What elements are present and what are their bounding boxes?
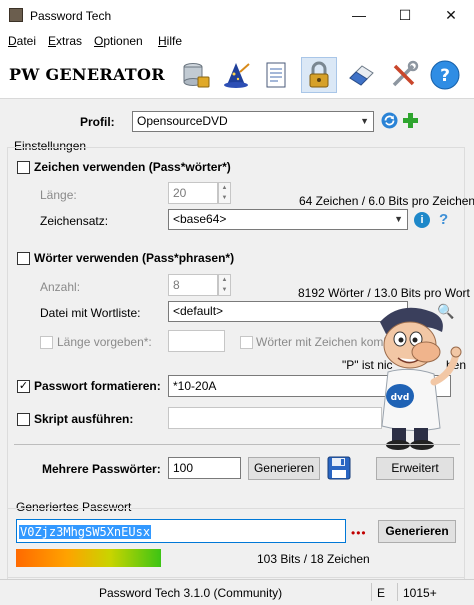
help-icon[interactable]: ?	[427, 57, 463, 93]
charset-value: <base64>	[173, 212, 227, 226]
close-button[interactable]: ✕	[428, 0, 474, 31]
tools-icon[interactable]	[386, 57, 422, 93]
word-length-label: Länge vorgeben*:	[57, 335, 152, 349]
maximize-button[interactable]: ☐	[382, 0, 428, 31]
document-icon[interactable]	[258, 57, 294, 93]
menu-extras[interactable]: Extras	[48, 34, 82, 48]
svg-text:?: ?	[440, 66, 450, 86]
status-divider	[397, 583, 398, 601]
multiple-label: Mehrere Passwörter:	[42, 462, 161, 476]
menu-datei[interactable]: Datei	[8, 34, 36, 48]
word-count-label: Anzahl:	[40, 280, 81, 294]
eraser-icon[interactable]	[343, 57, 379, 93]
chars-info: 64 Zeichen / 6.0 Bits pro Zeichen	[299, 194, 474, 208]
status-bar: Password Tech 3.1.0 (Community) E 1015+	[0, 579, 474, 605]
words-info: 8192 Wörter / 13.0 Bits pro Wort	[298, 286, 470, 300]
generate-multiple-button[interactable]: Generieren	[248, 457, 320, 480]
word-length-input[interactable]	[168, 330, 225, 352]
use-words-checkbox[interactable]	[17, 252, 30, 265]
chevron-down-icon: ▼	[360, 116, 369, 126]
status-version: Password Tech 3.1.0 (Community)	[99, 586, 283, 600]
refresh-icon[interactable]	[381, 112, 398, 129]
status-cell-e: E	[377, 586, 386, 600]
word-count-spinner[interactable]: ▲ ▼	[218, 274, 231, 296]
chevron-down-icon: ▼	[394, 214, 403, 224]
profile-value: OpensourceDVD	[137, 114, 228, 128]
word-count-input[interactable]: 8	[168, 274, 218, 296]
use-chars-checkbox[interactable]	[17, 161, 30, 174]
multiple-count-input[interactable]: 100	[168, 457, 241, 479]
length-input[interactable]: 20	[168, 182, 218, 204]
strength-fill	[16, 549, 162, 567]
title-bar: Password Tech — ☐ ✕	[0, 0, 474, 31]
password-text: V0Zjz3MhgSW5XnEUsx	[19, 525, 152, 539]
app-icon	[9, 8, 23, 22]
charset-combo[interactable]: <base64> ▼	[168, 209, 408, 230]
length-spinner[interactable]: ▲ ▼	[218, 182, 231, 204]
toolbar: PW GENERATOR ?	[0, 51, 474, 99]
use-chars-label: Zeichen verwenden (Pass*wörter*)	[34, 160, 231, 174]
menu-optionen[interactable]: Optionen	[94, 34, 143, 48]
charset-label: Zeichensatz:	[40, 214, 109, 228]
advanced-button[interactable]: Erweitert	[376, 457, 454, 480]
format-checkbox[interactable]: ✓	[17, 380, 30, 393]
svg-text:dvd: dvd	[391, 393, 410, 403]
app-heading: PW GENERATOR	[9, 65, 165, 84]
settings-separator	[14, 444, 460, 445]
status-divider	[371, 583, 372, 601]
script-input[interactable]	[168, 407, 382, 429]
combine-checkbox[interactable]	[240, 336, 253, 349]
save-icon[interactable]	[327, 456, 351, 480]
length-label: Länge:	[40, 188, 77, 202]
main-panel: Profil: OpensourceDVD ▼ Einstellungen Ze…	[0, 100, 474, 580]
menu-bar: Datei Extras Optionen Hilfe	[0, 31, 474, 51]
use-words-label: Wörter verwenden (Pass*phrasen*)	[34, 251, 235, 265]
strength-info: 103 Bits / 18 Zeichen	[257, 552, 370, 566]
mascot-image: dvd	[360, 300, 464, 450]
script-checkbox[interactable]	[17, 413, 30, 426]
generate-button[interactable]: Generieren	[378, 520, 456, 543]
wordlist-label: Datei mit Wortliste:	[40, 306, 141, 320]
show-password-dots[interactable]: •••	[351, 526, 367, 540]
format-label: Passwort formatieren:	[34, 379, 161, 393]
add-profile-icon[interactable]	[402, 112, 419, 129]
minimize-button[interactable]: —	[336, 0, 382, 31]
wizard-hat-icon[interactable]	[218, 57, 254, 93]
word-length-checkbox[interactable]	[40, 336, 53, 349]
wordlist-value: <default>	[173, 304, 224, 318]
password-output[interactable]: V0Zjz3MhgSW5XnEUsx	[16, 519, 346, 543]
profile-label: Profil:	[80, 115, 115, 129]
profile-combo[interactable]: OpensourceDVD ▼	[132, 111, 374, 132]
database-lock-icon[interactable]	[178, 57, 214, 93]
window-title: Password Tech	[30, 9, 112, 23]
padlock-icon[interactable]	[301, 57, 337, 93]
script-label: Skript ausführen:	[34, 412, 134, 426]
question-icon[interactable]: ?	[439, 211, 448, 228]
status-cell-count: 1015+	[403, 586, 437, 600]
info-icon[interactable]: i	[414, 212, 430, 228]
menu-hilfe[interactable]: Hilfe	[158, 34, 182, 48]
